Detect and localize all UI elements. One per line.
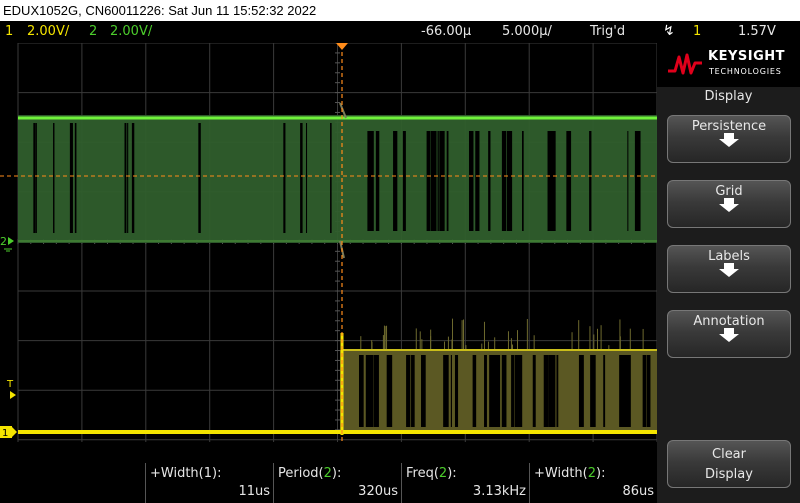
measurement-1-value: 11us: [238, 484, 270, 499]
trigger-level[interactable]: 1.57V: [738, 21, 776, 43]
labels-label: Labels: [708, 249, 750, 264]
down-arrow-icon: [719, 263, 739, 277]
trigger-state: Trig'd: [590, 24, 626, 39]
keysight-logo: KEYSIGHT TECHNOLOGIES: [657, 43, 800, 87]
keysight-wave-icon: [668, 53, 702, 75]
persistence-label: Persistence: [691, 119, 767, 134]
measurement-1[interactable]: +Width(1): 11us: [145, 463, 274, 503]
ch1-marker-label: 1: [2, 428, 8, 439]
measurement-3[interactable]: Freq(2): 3.13kHz: [401, 463, 530, 503]
ch1-number[interactable]: 1: [5, 21, 13, 43]
down-arrow-icon: [719, 133, 739, 147]
measurement-bar: +Width(1): 11us Period(2): 320us Freq(2)…: [0, 463, 657, 503]
measurement-4-value: 86us: [622, 484, 654, 499]
labels-softkey[interactable]: Labels: [667, 245, 791, 293]
brand-name: KEYSIGHT: [708, 49, 785, 64]
persistence-softkey[interactable]: Persistence: [667, 115, 791, 163]
measurement-2[interactable]: Period(2): 320us: [273, 463, 402, 503]
clear-display-softkey[interactable]: Clear Display: [667, 440, 791, 488]
timebase-scale[interactable]: 5.000µ/: [502, 21, 552, 43]
brand-sub: TECHNOLOGIES: [709, 67, 782, 76]
horizontal-delay[interactable]: -66.00µ: [421, 21, 471, 43]
waveform-display[interactable]: 2 T 1: [0, 43, 657, 442]
ch1-scale[interactable]: 2.00V/: [27, 21, 69, 43]
softkey-panel: KEYSIGHT TECHNOLOGIES Display Persistenc…: [657, 43, 800, 503]
down-arrow-icon: [719, 328, 739, 342]
ch2-scale[interactable]: 2.00V/: [110, 21, 152, 43]
clear-label-line2: Display: [705, 467, 753, 482]
clear-label-line1: Clear: [712, 447, 746, 462]
status-bar: 1 2.00V/ 2 2.00V/ -66.00µ 5.000µ/ Trig'd…: [0, 21, 800, 43]
annotation-label: Annotation: [693, 314, 765, 329]
trigger-level-label: T: [6, 379, 14, 390]
measurement-4[interactable]: +Width(2): 86us: [529, 463, 658, 503]
ch2-marker-label: 2: [0, 235, 7, 248]
ch1-ground-marker[interactable]: 1: [0, 426, 17, 439]
display-footer-gap: [0, 442, 657, 463]
measurement-3-value: 3.13kHz: [472, 484, 526, 499]
annotation-softkey[interactable]: Annotation: [667, 310, 791, 358]
trigger-source[interactable]: 1: [693, 21, 701, 43]
title-text: EDUX1052G, CN60011226: Sat Jun 11 15:52:…: [3, 3, 317, 18]
ch2-waveform: [18, 102, 657, 259]
title-bar: EDUX1052G, CN60011226: Sat Jun 11 15:52:…: [0, 0, 800, 21]
grid-label: Grid: [715, 184, 743, 199]
rising-edge-icon: ↯: [663, 23, 675, 39]
waveform-canvas: 2 T 1: [0, 43, 657, 442]
ch2-ground-marker[interactable]: 2: [0, 235, 14, 252]
ch2-number[interactable]: 2: [89, 21, 97, 43]
measurement-2-value: 320us: [358, 484, 398, 499]
down-arrow-icon: [719, 198, 739, 212]
menu-title: Display: [704, 89, 753, 104]
trigger-level-marker[interactable]: T: [6, 379, 16, 399]
grid-softkey[interactable]: Grid: [667, 180, 791, 228]
